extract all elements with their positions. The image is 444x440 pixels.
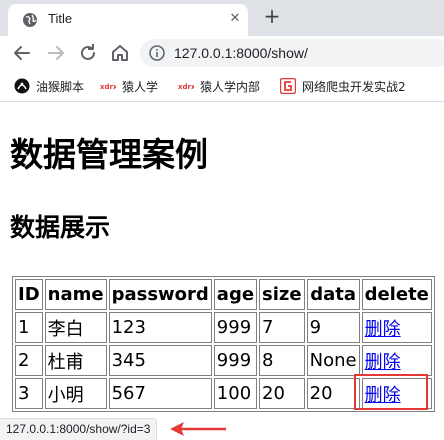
table-header-row: ID name password age size data delete <box>15 279 432 310</box>
cell-delete: 删除 <box>361 345 432 376</box>
home-icon[interactable] <box>108 41 132 65</box>
column-header-delete: delete <box>361 279 432 310</box>
cell-password: 345 <box>108 345 212 376</box>
cell-size: 8 <box>259 345 305 376</box>
cell-age: 999 <box>213 345 258 376</box>
bookmark-yuanrenxue-internal[interactable]: xdrx 猿人学内部 <box>178 76 260 96</box>
bookmark-yuanrenxue[interactable]: xdrx 猿人学 <box>100 76 158 96</box>
cell-size: 7 <box>259 312 305 343</box>
new-tab-button[interactable]: + <box>262 6 282 27</box>
cell-id: 1 <box>15 312 43 343</box>
cell-name: 杜甫 <box>44 345 107 376</box>
cell-age: 999 <box>213 312 258 343</box>
address-url[interactable]: 127.0.0.1:8000/show/ <box>174 45 308 61</box>
crawler-book-icon <box>280 78 296 94</box>
svg-text:xdrx: xdrx <box>100 83 116 91</box>
delete-link[interactable]: 删除 <box>365 319 401 340</box>
bookmark-tampermonkey[interactable]: 油猴脚本 <box>14 76 84 96</box>
tab-strip: Title ✕ + <box>0 0 444 36</box>
data-table: ID name password age size data delete 1 … <box>12 276 435 412</box>
table-row: 2 杜甫 345 999 8 None 删除 <box>15 345 432 376</box>
column-header-size: size <box>259 279 305 310</box>
bookmark-crawler-book[interactable]: 网络爬虫开发实战2 <box>280 76 406 96</box>
cell-age: 100 <box>213 378 258 409</box>
column-header-data: data <box>306 279 360 310</box>
status-bar-url: 127.0.0.1:8000/show/?id=3 <box>0 418 158 440</box>
column-header-age: age <box>213 279 258 310</box>
column-header-id: ID <box>15 279 43 310</box>
cell-name: 小明 <box>44 378 107 409</box>
cell-size: 20 <box>259 378 305 409</box>
yuanrenxue-icon: xdrx <box>100 83 116 91</box>
delete-link[interactable]: 删除 <box>365 352 401 373</box>
forward-icon[interactable] <box>44 41 68 65</box>
arrow-left-icon <box>170 422 226 436</box>
table-row: 3 小明 567 100 20 20 删除 <box>15 378 432 409</box>
cell-data: 9 <box>306 312 360 343</box>
cell-name: 李白 <box>44 312 107 343</box>
cell-id: 3 <box>15 378 43 409</box>
tab-active[interactable]: Title ✕ <box>8 4 248 36</box>
page-title: 数据管理案例 <box>10 135 208 174</box>
column-header-name: name <box>44 279 107 310</box>
browser-toolbar: 127.0.0.1:8000/show/ <box>0 36 444 70</box>
cell-delete: 删除 <box>361 312 432 343</box>
site-info-icon[interactable] <box>148 44 166 62</box>
cell-password: 567 <box>108 378 212 409</box>
cell-data: 20 <box>306 378 360 409</box>
table-row: 1 李白 123 999 7 9 删除 <box>15 312 432 343</box>
section-title: 数据展示 <box>10 213 111 242</box>
cell-id: 2 <box>15 345 43 376</box>
tampermonkey-icon <box>14 78 30 94</box>
svg-text:xdrx: xdrx <box>178 83 194 91</box>
bookmarks-bar: 油猴脚本 xdrx 猿人学 xdrx 猿人学内部 网络爬虫开发实战2 <box>0 70 444 102</box>
cell-password: 123 <box>108 312 212 343</box>
reload-icon[interactable] <box>76 41 100 65</box>
close-tab-icon[interactable]: ✕ <box>226 10 244 28</box>
globe-icon <box>23 13 37 27</box>
delete-link[interactable]: 删除 <box>365 385 401 406</box>
tab-title: Title <box>48 11 73 26</box>
cell-delete: 删除 <box>361 378 432 409</box>
address-bar[interactable]: 127.0.0.1:8000/show/ <box>140 39 444 67</box>
column-header-password: password <box>108 279 212 310</box>
yuanrenxue-icon: xdrx <box>178 83 194 91</box>
back-icon[interactable] <box>10 41 34 65</box>
page-content: 数据管理案例 数据展示 ID name password age size da… <box>0 102 444 418</box>
cell-data: None <box>306 345 360 376</box>
